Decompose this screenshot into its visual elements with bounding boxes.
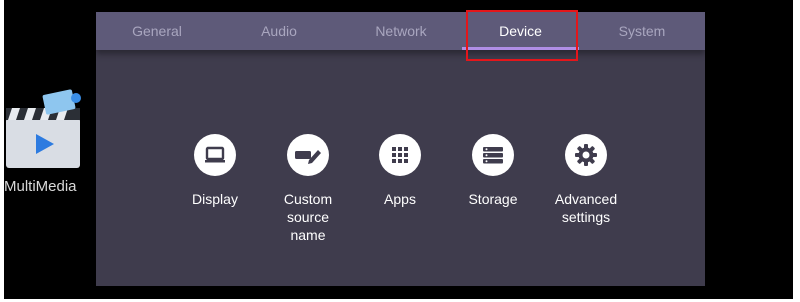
storage-icon xyxy=(472,134,514,176)
option-display[interactable]: Display xyxy=(170,134,260,208)
option-label: Apps xyxy=(384,191,416,207)
option-custom-source-name[interactable]: Custom source name xyxy=(263,134,353,244)
monitor-icon xyxy=(194,134,236,176)
gear-icon xyxy=(565,134,607,176)
option-storage[interactable]: Storage xyxy=(448,134,538,208)
option-label: Custom source name xyxy=(283,191,333,243)
option-advanced-settings[interactable]: Advanced settings xyxy=(541,134,631,226)
tab-general[interactable]: General xyxy=(96,12,218,50)
tab-system[interactable]: System xyxy=(579,12,705,50)
option-label: Storage xyxy=(468,191,518,207)
option-label: Advanced settings xyxy=(554,191,618,225)
multimedia-label: MultiMedia xyxy=(4,178,77,195)
option-label: Display xyxy=(192,191,238,207)
multimedia-icon xyxy=(4,88,86,179)
highlight-box xyxy=(466,10,578,61)
tab-network[interactable]: Network xyxy=(340,12,462,50)
grid-icon xyxy=(379,134,421,176)
multimedia-app[interactable]: MultiMedia xyxy=(4,88,90,198)
tab-bar: General Audio Network Device System xyxy=(96,12,705,50)
option-apps[interactable]: Apps xyxy=(355,134,445,208)
settings-panel: General Audio Network Device System Disp… xyxy=(96,12,705,286)
tab-audio[interactable]: Audio xyxy=(218,12,340,50)
edit-icon xyxy=(287,134,329,176)
